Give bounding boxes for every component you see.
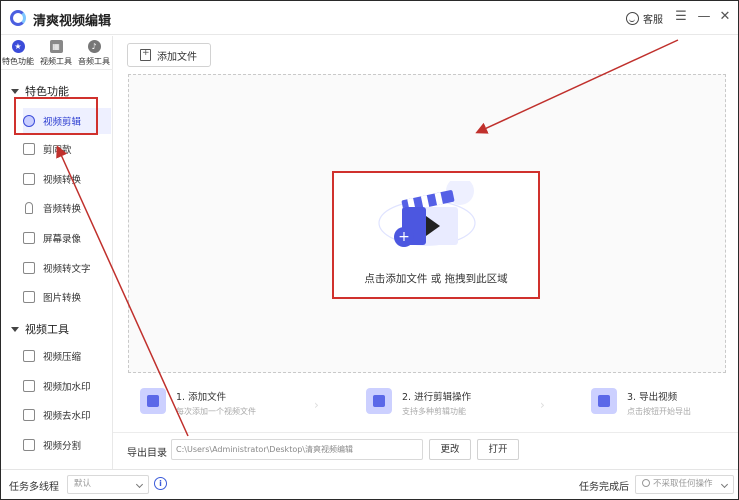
open-dir-button[interactable]: 打开	[477, 439, 519, 460]
title-bar: 清爽视频编辑 客服 ☰ — ✕	[1, 1, 738, 35]
dropzone-hint: 点击添加文件 或 拖拽到此区域	[364, 273, 508, 285]
support-label: 客服	[643, 15, 663, 26]
sidebar-item-label: 视频分割	[43, 441, 82, 452]
split-icon	[23, 439, 35, 451]
tab-video-tools-label: 视频工具	[40, 57, 72, 66]
on-complete-label: 任务完成后	[579, 482, 629, 493]
menu-icon[interactable]: ☰	[673, 9, 689, 25]
close-icon[interactable]: ✕	[717, 9, 733, 25]
smile-icon	[626, 12, 639, 25]
add-file-step-icon	[140, 388, 166, 414]
app-logo-icon	[10, 10, 26, 26]
sidebar-item-video-compress[interactable]: 视频压缩	[23, 343, 111, 369]
sidebar-item-video-to-text[interactable]: 视频转文字	[23, 255, 111, 281]
tab-audio-tools[interactable]: ♪ 音频工具	[75, 40, 113, 67]
on-complete-select[interactable]: 不采取任何操作	[635, 475, 734, 494]
svg-text:+: +	[398, 229, 410, 245]
microphone-icon	[25, 202, 33, 214]
sidebar-item-label: 屏幕录像	[43, 234, 82, 245]
support-button[interactable]: 客服	[626, 11, 663, 26]
star-icon: ★	[11, 40, 25, 53]
multithread-select[interactable]: 默认	[67, 475, 149, 494]
add-file-button[interactable]: 添加文件	[127, 43, 211, 67]
tab-audio-tools-label: 音频工具	[78, 57, 110, 66]
minimize-icon[interactable]: —	[696, 9, 712, 25]
app-window: 清爽视频编辑 客服 ☰ — ✕ ★ 特色功能 ▦ 视频工具 ♪ 音频工具 特色功…	[0, 0, 739, 500]
step-edit: 2. 进行剪辑操作 支持多种剪辑功能	[366, 384, 471, 417]
app-title: 清爽视频编辑	[33, 14, 112, 29]
sidebar-item-label: 图片转换	[43, 293, 82, 304]
sidebar-item-image-convert[interactable]: 图片转换	[23, 284, 111, 310]
add-file-label: 添加文件	[157, 51, 197, 63]
remove-watermark-icon	[23, 409, 35, 421]
sidebar-item-video-split[interactable]: 视频分割	[23, 432, 111, 458]
clapperboard-icon: +	[378, 181, 476, 247]
step-title: 3. 导出视频	[627, 392, 678, 403]
sidebar-item-label: 音频转换	[43, 204, 82, 215]
sidebar-item-add-watermark[interactable]: 视频加水印	[23, 373, 111, 399]
watermark-icon	[23, 380, 35, 392]
sidebar-item-label: 视频去水印	[43, 411, 91, 422]
screen-record-icon	[23, 232, 35, 244]
on-complete-value: 不采取任何操作	[653, 479, 713, 489]
sidebar-item-label: 视频压缩	[43, 352, 82, 363]
add-file-icon	[140, 48, 151, 61]
sidebar-item-screen-record[interactable]: 屏幕录像	[23, 225, 111, 251]
sidebar-tabs: ★ 特色功能 ▦ 视频工具 ♪ 音频工具	[1, 36, 113, 70]
sidebar-item-remove-watermark[interactable]: 视频去水印	[23, 402, 111, 428]
export-step-icon	[591, 388, 617, 414]
music-icon: ♪	[87, 40, 101, 53]
step-export: 3. 导出视频 点击按钮开始导出	[591, 384, 691, 417]
caret-down-icon	[11, 326, 19, 332]
status-bar: 任务多线程 默认 i 任务完成后 不采取任何操作	[1, 469, 738, 499]
image-icon	[23, 143, 35, 155]
export-row: 导出目录 C:\Users\Administrator\Desktop\清爽视频…	[113, 432, 738, 468]
steps-guide: 1. 添加文件 每次添加一个视频文件 › 2. 进行剪辑操作 支持多种剪辑功能 …	[128, 384, 726, 428]
sidebar-item-label: 视频转文字	[43, 264, 91, 275]
annotation-highlight-video-edit	[14, 97, 98, 135]
multithread-value: 默认	[74, 479, 92, 489]
group-video-tools-header[interactable]: 视频工具	[11, 321, 69, 337]
info-icon[interactable]: i	[154, 477, 167, 490]
sidebar-item-label: 剪同款	[43, 145, 72, 156]
tab-featured-label: 特色功能	[2, 57, 34, 66]
step-desc: 支持多种剪辑功能	[402, 407, 466, 416]
step-title: 2. 进行剪辑操作	[402, 392, 472, 403]
no-action-icon	[642, 479, 650, 487]
chevron-right-icon: ›	[314, 398, 319, 412]
sidebar-item-audio-convert[interactable]: 音频转换	[23, 195, 111, 221]
edit-step-icon	[366, 388, 392, 414]
export-dir-label: 导出目录	[127, 448, 167, 459]
multithread-label: 任务多线程	[9, 482, 59, 493]
step-desc: 每次添加一个视频文件	[176, 407, 256, 416]
caret-down-icon	[11, 88, 19, 94]
video-file-icon	[23, 173, 35, 185]
sidebar-item-template-clip[interactable]: 剪同款	[23, 136, 111, 162]
sidebar-item-video-convert[interactable]: 视频转换	[23, 166, 111, 192]
picture-icon	[23, 291, 35, 303]
chevron-right-icon: ›	[540, 398, 545, 412]
sidebar-item-label: 视频加水印	[43, 382, 91, 393]
tab-featured[interactable]: ★ 特色功能	[1, 40, 37, 67]
step-add-file: 1. 添加文件 每次添加一个视频文件	[140, 384, 256, 417]
film-icon: ▦	[49, 40, 63, 53]
change-dir-button[interactable]: 更改	[429, 439, 471, 460]
video-text-icon	[23, 262, 35, 274]
group-video-tools-label: 视频工具	[25, 323, 69, 336]
chevron-down-icon	[135, 480, 144, 489]
step-desc: 点击按钮开始导出	[627, 407, 691, 416]
compress-icon	[23, 350, 35, 362]
export-path-field[interactable]: C:\Users\Administrator\Desktop\清爽视频编辑	[171, 439, 423, 460]
chevron-down-icon	[720, 480, 729, 489]
step-title: 1. 添加文件	[176, 392, 227, 403]
sidebar-item-label: 视频转换	[43, 175, 82, 186]
tab-video-tools[interactable]: ▦ 视频工具	[37, 40, 75, 67]
